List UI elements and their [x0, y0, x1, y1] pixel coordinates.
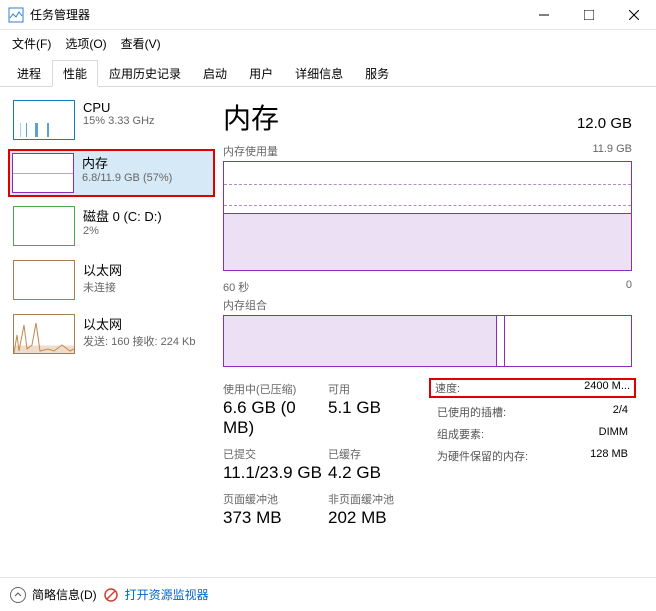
sidebar-item-sub: 未连接: [83, 279, 122, 295]
sidebar-item-label: 内存: [82, 153, 172, 172]
resource-monitor-link[interactable]: 打开资源监视器: [125, 586, 209, 603]
slots-value: 2/4: [613, 404, 628, 420]
memory-detail-panel: 内存 12.0 GB 内存使用量 11.9 GB 60 秒 0 内存组合 使用中…: [215, 87, 656, 577]
tab-history[interactable]: 应用历史记录: [98, 60, 192, 87]
reserved-value: 128 MB: [590, 448, 628, 464]
menu-bar: 文件(F) 选项(O) 查看(V): [0, 30, 656, 57]
tab-details[interactable]: 详细信息: [284, 60, 354, 87]
speed-row: 速度: 2400 M...: [429, 378, 636, 398]
form-value: DIMM: [599, 426, 628, 442]
committed-label: 已提交: [223, 446, 328, 462]
usage-max: 11.9 GB: [592, 143, 632, 159]
sidebar-item-label: 以太网: [83, 314, 196, 333]
memory-capacity: 12.0 GB: [577, 115, 632, 132]
available-label: 可用: [328, 381, 433, 397]
main-content: CPU 15% 3.33 GHz 内存 6.8/11.9 GB (57%) 磁盘…: [0, 87, 656, 577]
footer: 简略信息(D) 打开资源监视器: [0, 577, 656, 611]
cached-value: 4.2 GB: [328, 463, 433, 483]
sidebar-item-sub: 发送: 160 接收: 224 Kb: [83, 333, 196, 349]
menu-view[interactable]: 查看(V): [115, 32, 167, 55]
tab-performance[interactable]: 性能: [52, 60, 98, 87]
tab-processes[interactable]: 进程: [6, 60, 52, 87]
close-button[interactable]: [611, 0, 656, 30]
slots-row: 已使用的插槽: 2/4: [433, 404, 632, 420]
sidebar-item-label: 以太网: [83, 260, 122, 279]
cached-label: 已缓存: [328, 446, 433, 462]
form-label: 组成要素:: [437, 426, 484, 442]
paged-value: 373 MB: [223, 508, 328, 528]
reserved-label: 为硬件保留的内存:: [437, 448, 528, 464]
tab-users[interactable]: 用户: [238, 60, 284, 87]
sidebar-item-ethernet-2[interactable]: 以太网 发送: 160 接收: 224 Kb: [8, 309, 215, 359]
sidebar-item-label: 磁盘 0 (C: D:): [83, 206, 162, 225]
menu-options[interactable]: 选项(O): [59, 32, 112, 55]
form-row: 组成要素: DIMM: [433, 426, 632, 442]
in-use-label: 使用中(已压缩): [223, 381, 328, 397]
sidebar-item-memory[interactable]: 内存 6.8/11.9 GB (57%): [8, 149, 215, 197]
sidebar-item-sub: 6.8/11.9 GB (57%): [82, 172, 172, 184]
sidebar-item-ethernet-1[interactable]: 以太网 未连接: [8, 255, 215, 305]
tab-services[interactable]: 服务: [354, 60, 400, 87]
ethernet-thumbnail: [13, 314, 75, 354]
memory-thumbnail: [12, 153, 74, 193]
paged-label: 页面缓冲池: [223, 491, 328, 507]
available-value: 5.1 GB: [328, 398, 433, 418]
speed-label: 速度:: [435, 380, 460, 396]
sidebar-item-sub: 15% 3.33 GHz: [83, 115, 155, 127]
performance-sidebar: CPU 15% 3.33 GHz 内存 6.8/11.9 GB (57%) 磁盘…: [0, 87, 215, 577]
committed-value: 11.1/23.9 GB: [223, 463, 328, 483]
fewer-details-link[interactable]: 简略信息(D): [32, 586, 97, 603]
sidebar-item-sub: 2%: [83, 225, 162, 237]
sidebar-item-cpu[interactable]: CPU 15% 3.33 GHz: [8, 95, 215, 145]
chevron-up-icon[interactable]: [10, 587, 26, 603]
nonpaged-label: 非页面缓冲池: [328, 491, 433, 507]
memory-composition-graph[interactable]: [223, 315, 632, 367]
prohibit-icon: [103, 587, 119, 603]
tab-startup[interactable]: 启动: [192, 60, 238, 87]
maximize-button[interactable]: [566, 0, 611, 30]
cpu-thumbnail: [13, 100, 75, 140]
minimize-button[interactable]: [521, 0, 566, 30]
disk-thumbnail: [13, 206, 75, 246]
window-title: 任务管理器: [30, 6, 521, 23]
slots-label: 已使用的插槽:: [437, 404, 506, 420]
composition-label: 内存组合: [223, 297, 632, 313]
graph-x-right: 0: [626, 279, 632, 295]
usage-label: 内存使用量: [223, 143, 278, 159]
in-use-value: 6.6 GB (0 MB): [223, 398, 328, 438]
memory-stats: 使用中(已压缩) 6.6 GB (0 MB) 可用 5.1 GB 已提交 11.…: [223, 381, 632, 536]
sidebar-item-label: CPU: [83, 100, 155, 115]
tab-bar: 进程 性能 应用历史记录 启动 用户 详细信息 服务: [0, 59, 656, 87]
memory-usage-graph[interactable]: [223, 161, 632, 271]
sidebar-item-disk[interactable]: 磁盘 0 (C: D:) 2%: [8, 201, 215, 251]
reserved-row: 为硬件保留的内存: 128 MB: [433, 448, 632, 464]
detail-title: 内存: [223, 97, 279, 137]
nonpaged-value: 202 MB: [328, 508, 433, 528]
speed-value: 2400 M...: [584, 380, 630, 396]
app-icon: [8, 7, 24, 23]
ethernet-thumbnail: [13, 260, 75, 300]
graph-x-left: 60 秒: [223, 279, 249, 295]
menu-file[interactable]: 文件(F): [6, 32, 57, 55]
title-bar: 任务管理器: [0, 0, 656, 30]
